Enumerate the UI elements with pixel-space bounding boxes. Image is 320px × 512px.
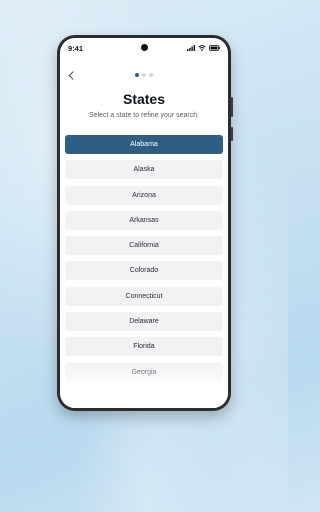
- nav-row: [60, 68, 228, 82]
- status-icons: [187, 45, 220, 51]
- signal-icon: [187, 45, 195, 51]
- state-option[interactable]: Florida: [65, 337, 223, 357]
- page-dot-active: [135, 73, 139, 77]
- page-indicator: [135, 73, 153, 77]
- state-option[interactable]: Colorado: [65, 261, 223, 281]
- wifi-icon: [198, 45, 206, 51]
- status-time: 9:41: [68, 43, 84, 53]
- state-option[interactable]: California: [65, 236, 223, 256]
- back-button[interactable]: [64, 68, 78, 82]
- volume-button: [231, 97, 233, 117]
- page-subtitle: Select a state to refine your search.: [88, 112, 200, 119]
- power-button: [231, 127, 233, 141]
- page-dot: [142, 73, 146, 77]
- page-dot: [149, 73, 153, 77]
- state-list: Alabama Alaska Arizona Arkansas Californ…: [65, 135, 223, 388]
- state-option[interactable]: Arkansas: [65, 210, 223, 230]
- chevron-left-icon: [68, 70, 74, 80]
- page-title: States: [122, 91, 166, 107]
- state-option[interactable]: Arizona: [65, 185, 223, 205]
- state-option[interactable]: Connecticut: [65, 286, 223, 306]
- front-camera: [140, 44, 148, 51]
- state-option-selected[interactable]: Alabama: [65, 135, 223, 154]
- state-option[interactable]: Alaska: [65, 160, 223, 180]
- phone-frame: 9:41 States Select a state to refine you…: [57, 35, 233, 411]
- state-option[interactable]: Delaware: [65, 312, 223, 332]
- state-option[interactable]: Georgia: [65, 362, 223, 382]
- app-screen: 9:41 States Select a state to refine you…: [60, 38, 228, 408]
- battery-icon: [209, 45, 220, 51]
